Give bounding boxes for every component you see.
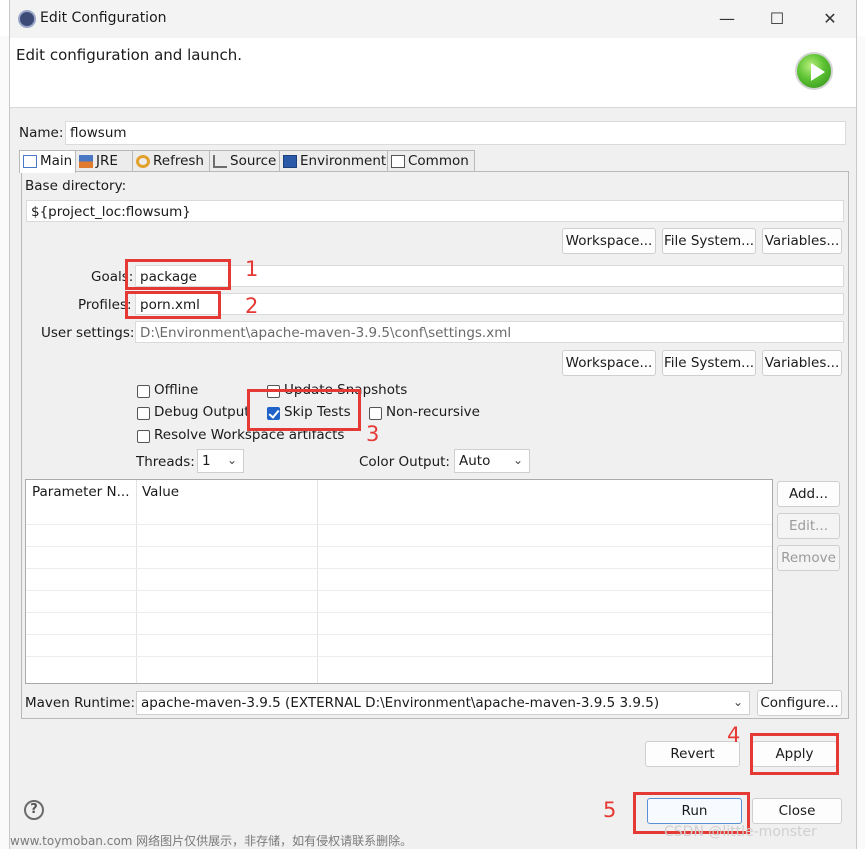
variables-button-2[interactable]: Variables... <box>762 350 842 376</box>
chevron-down-icon: ⌄ <box>512 453 523 467</box>
debug-output-label: Debug Output <box>154 404 250 420</box>
column-header-parameter-name[interactable]: Parameter N... <box>26 480 136 504</box>
file-system-button-1[interactable]: File System... <box>662 228 756 254</box>
annotation-box-goals <box>125 259 231 290</box>
source-icon <box>213 155 227 168</box>
edit-configuration-dialog: Edit Configuration — ☐ ✕ Edit configurat… <box>9 0 857 849</box>
workspace-button-2[interactable]: Workspace... <box>562 350 656 376</box>
base-directory-input[interactable]: ${project_loc:flowsum} <box>26 200 844 222</box>
tab-jre[interactable]: JRE <box>75 150 133 172</box>
window-title: Edit Configuration <box>40 10 167 26</box>
threads-value: 1 <box>202 453 211 469</box>
base-directory-label: Base directory: <box>25 178 127 194</box>
non-recursive-label: Non-recursive <box>386 404 480 420</box>
offline-checkbox[interactable] <box>137 385 150 398</box>
dialog-header: Edit configuration and launch. <box>10 38 856 108</box>
column-divider <box>136 480 137 683</box>
tab-main[interactable]: Main <box>19 150 76 173</box>
watermark-bottom-left: www.toymoban.com 网络图片仅供展示，非存储，如有侵权请联系删除。 <box>10 834 413 848</box>
annotation-number-3: 3 <box>366 422 380 446</box>
refresh-icon <box>136 155 150 168</box>
environment-icon <box>283 155 297 168</box>
background-editor-right <box>857 36 865 849</box>
variables-button-1[interactable]: Variables... <box>762 228 842 254</box>
tab-refresh-label: Refresh <box>153 153 204 169</box>
eclipse-app-icon <box>18 10 36 28</box>
close-button[interactable]: Close <box>752 798 842 824</box>
annotation-number-5: 5 <box>603 798 617 822</box>
run-launch-icon <box>795 52 833 90</box>
workspace-button-1[interactable]: Workspace... <box>562 228 656 254</box>
color-output-select[interactable]: Auto ⌄ <box>454 449 530 473</box>
add-parameter-button[interactable]: Add... <box>777 481 840 507</box>
parameter-table[interactable]: Parameter N... Value <box>25 479 773 684</box>
color-output-label: Color Output: <box>359 454 450 470</box>
tab-common-label: Common <box>408 153 469 169</box>
remove-parameter-button[interactable]: Remove <box>777 545 840 571</box>
close-window-button[interactable]: ✕ <box>810 6 850 32</box>
column-divider <box>317 480 318 683</box>
tab-environment-label: Environment <box>300 153 387 169</box>
annotation-number-1: 1 <box>245 257 259 281</box>
threads-select[interactable]: 1 ⌄ <box>197 449 244 473</box>
user-settings-input[interactable]: D:\Environment\apache-maven-3.9.5\conf\s… <box>135 321 844 343</box>
row-divider <box>26 568 772 569</box>
row-divider <box>26 546 772 547</box>
watermark-bottom-right: CSDN @little-monster <box>664 824 817 840</box>
profiles-input[interactable]: porn.xml <box>135 293 844 315</box>
annotation-number-4: 4 <box>727 723 741 747</box>
profiles-label: Profiles: <box>78 297 132 313</box>
row-divider <box>26 634 772 635</box>
tab-main-label: Main <box>40 153 73 169</box>
minimize-button[interactable]: — <box>707 6 747 32</box>
offline-label: Offline <box>154 382 199 398</box>
user-settings-label: User settings: <box>41 325 135 341</box>
chevron-down-icon: ⌄ <box>226 453 237 467</box>
revert-button[interactable]: Revert <box>645 741 740 767</box>
jre-icon <box>79 155 93 168</box>
maven-runtime-value: apache-maven-3.9.5 (EXTERNAL D:\Environm… <box>141 695 660 711</box>
name-input[interactable]: flowsum <box>65 121 846 145</box>
tab-jre-label: JRE <box>96 153 118 169</box>
tab-refresh[interactable]: Refresh <box>132 150 210 172</box>
file-system-button-2[interactable]: File System... <box>662 350 756 376</box>
tab-environment[interactable]: Environment <box>279 150 388 172</box>
help-icon[interactable]: ? <box>24 800 44 820</box>
configure-button[interactable]: Configure... <box>757 690 842 716</box>
chevron-down-icon: ⌄ <box>732 695 743 709</box>
tab-common[interactable]: Common <box>387 150 475 172</box>
goals-input[interactable]: package <box>135 265 844 287</box>
header-text: Edit configuration and launch. <box>16 46 242 64</box>
maven-runtime-label: Maven Runtime: <box>25 695 135 711</box>
main-tab-icon <box>23 155 37 168</box>
maven-runtime-select[interactable]: apache-maven-3.9.5 (EXTERNAL D:\Environm… <box>136 691 750 715</box>
title-bar: Edit Configuration — ☐ ✕ <box>10 0 856 38</box>
annotation-box-profiles <box>125 291 221 319</box>
row-divider <box>26 590 772 591</box>
color-output-value: Auto <box>459 453 491 469</box>
column-header-value[interactable]: Value <box>136 480 316 504</box>
maximize-button[interactable]: ☐ <box>757 6 797 32</box>
annotation-box-skip-tests <box>247 389 361 431</box>
threads-label: Threads: <box>136 454 195 470</box>
annotation-box-apply <box>750 733 839 775</box>
row-divider <box>26 524 772 525</box>
name-label: Name: <box>19 125 64 141</box>
edit-parameter-button[interactable]: Edit... <box>777 513 840 539</box>
annotation-number-2: 2 <box>245 294 259 318</box>
non-recursive-checkbox[interactable] <box>369 407 382 420</box>
row-divider <box>26 656 772 657</box>
common-icon <box>391 155 405 168</box>
row-divider <box>26 612 772 613</box>
tab-source-label: Source <box>230 153 277 169</box>
debug-output-checkbox[interactable] <box>137 407 150 420</box>
resolve-workspace-checkbox[interactable] <box>137 430 150 443</box>
tab-source[interactable]: Source <box>209 150 280 172</box>
